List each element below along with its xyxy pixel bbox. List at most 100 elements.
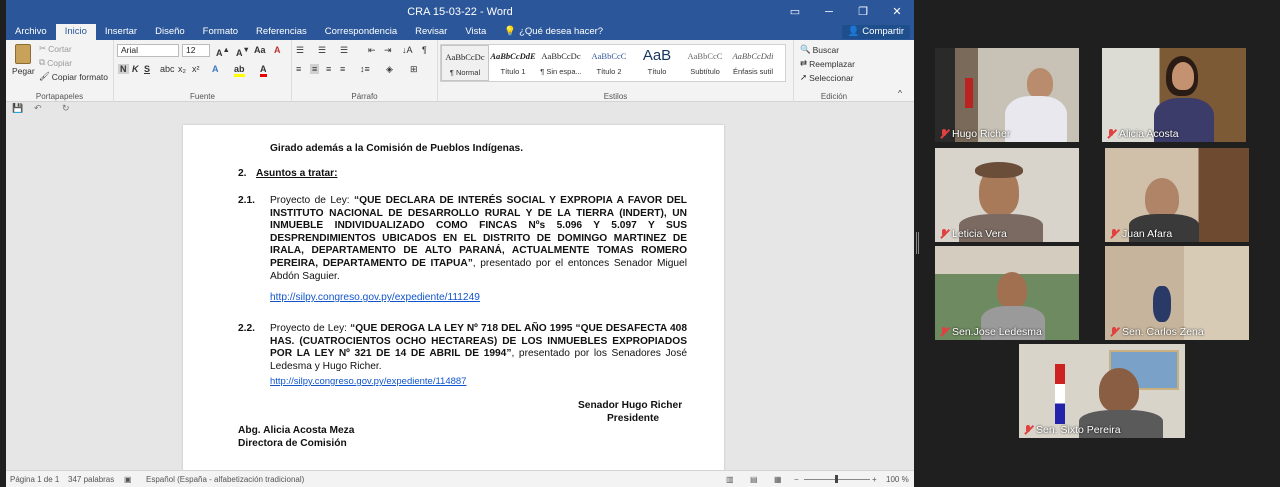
cursor-icon: ➚ bbox=[800, 72, 808, 82]
section-2-number: 2. bbox=[238, 168, 247, 179]
tab-insertar[interactable]: Insertar bbox=[96, 24, 146, 40]
line-spacing-icon[interactable]: ↕≡ bbox=[360, 64, 370, 74]
highlight-icon[interactable]: ab bbox=[234, 64, 245, 77]
restore-icon[interactable]: ❐ bbox=[846, 0, 880, 24]
zoom-in-icon[interactable]: + bbox=[872, 475, 877, 484]
format-painter-button[interactable]: 🖌 Copiar formato bbox=[39, 71, 108, 82]
tell-me-box[interactable]: 💡 ¿Qué desea hacer? bbox=[495, 24, 612, 40]
font-name-combo[interactable]: Arial bbox=[117, 44, 179, 57]
bullets-icon[interactable]: ☰ bbox=[296, 45, 304, 56]
participant-hair bbox=[975, 162, 1023, 178]
pilcrow-icon[interactable]: ¶ bbox=[422, 45, 427, 55]
underline-button[interactable]: S bbox=[144, 64, 150, 74]
tab-diseno[interactable]: Diseño bbox=[146, 24, 194, 40]
page-count[interactable]: Página 1 de 1 bbox=[10, 475, 59, 484]
multilevel-list-icon[interactable]: ☰ bbox=[340, 45, 348, 56]
strikethrough-button[interactable]: abc bbox=[160, 64, 175, 74]
mic-muted-icon bbox=[1109, 229, 1119, 239]
zoom-slider-thumb[interactable] bbox=[835, 475, 838, 483]
participant-tile-alicia-acosta[interactable]: Alicia Acosta bbox=[1102, 48, 1246, 142]
decrease-indent-icon[interactable]: ⇤ bbox=[368, 45, 376, 56]
print-layout-icon[interactable]: ▤ bbox=[750, 475, 758, 484]
style-name: ¶ Sin espa... bbox=[540, 67, 582, 76]
tab-revisar[interactable]: Revisar bbox=[406, 24, 456, 40]
style-titulo[interactable]: AaB Título bbox=[633, 45, 681, 81]
participant-tile-sixto-pereira[interactable]: Sen. Sixto Pereira bbox=[1019, 344, 1185, 438]
participant-tile-leticia-vera[interactable]: Leticia Vera bbox=[935, 148, 1079, 242]
participant-name-text: Juan Afara bbox=[1122, 228, 1173, 240]
collapse-ribbon-icon[interactable]: ^ bbox=[898, 88, 902, 98]
word-count[interactable]: 347 palabras bbox=[68, 475, 114, 484]
item-2-2-link[interactable]: http://silpy.congreso.gov.py/expediente/… bbox=[270, 376, 466, 389]
document-canvas[interactable]: Girado además a la Comisión de Pueblos I… bbox=[6, 118, 914, 470]
mic-muted-icon bbox=[1109, 327, 1119, 337]
tab-formato[interactable]: Formato bbox=[194, 24, 247, 40]
item-2-1-link[interactable]: http://silpy.congreso.gov.py/expediente/… bbox=[270, 292, 480, 305]
participant-tile-carlos-zena[interactable]: Sen. Carlos Zena bbox=[1105, 246, 1249, 340]
increase-indent-icon[interactable]: ⇥ bbox=[384, 45, 392, 56]
redo-icon[interactable]: ↻ bbox=[62, 103, 70, 114]
grow-font-icon[interactable]: A▲ bbox=[216, 45, 230, 58]
clear-format-icon[interactable]: A bbox=[274, 45, 281, 55]
style-sin-espaciado[interactable]: AaBbCcDc ¶ Sin espa... bbox=[537, 45, 585, 81]
participant-tile-jose-ledesma[interactable]: Sen.Jose Ledesma bbox=[935, 246, 1079, 340]
undo-icon[interactable]: ↶ bbox=[34, 103, 42, 114]
minimize-icon[interactable]: ─ bbox=[812, 0, 846, 24]
find-button[interactable]: 🔍 Buscar bbox=[800, 44, 839, 55]
font-size-combo[interactable]: 12 bbox=[182, 44, 210, 57]
italic-button[interactable]: K bbox=[132, 64, 139, 74]
document-page[interactable]: Girado además a la Comisión de Pueblos I… bbox=[183, 125, 724, 470]
mic-muted-icon bbox=[939, 129, 949, 139]
style-titulo-2[interactable]: AaBbCcC Título 2 bbox=[585, 45, 633, 81]
tab-inicio[interactable]: Inicio bbox=[55, 24, 96, 40]
bold-button[interactable]: N bbox=[118, 64, 129, 74]
justify-icon[interactable]: ≡ bbox=[340, 64, 345, 74]
text-effects-icon[interactable]: A bbox=[212, 64, 219, 74]
numbering-icon[interactable]: ☰ bbox=[318, 45, 326, 56]
align-right-icon[interactable]: ≡ bbox=[326, 64, 331, 74]
cut-button[interactable]: ✂ Cortar bbox=[39, 43, 72, 54]
style-enfasis-sutil[interactable]: AaBbCcDdi Énfasis sutil bbox=[729, 45, 777, 81]
style-normal[interactable]: AaBbCcDc ¶ Normal bbox=[441, 45, 489, 81]
sort-icon[interactable]: ↓A bbox=[402, 45, 413, 55]
panel-splitter[interactable] bbox=[916, 232, 919, 254]
replace-button[interactable]: ⇄ Reemplazar bbox=[800, 58, 855, 69]
ribbon: Pegar ✂ Cortar ⧉ Copiar 🖌 Copiar formato Po… bbox=[6, 40, 914, 102]
format-painter-label: Copiar formato bbox=[51, 71, 109, 82]
search-icon: 🔍 bbox=[800, 44, 811, 54]
tab-referencias[interactable]: Referencias bbox=[247, 24, 316, 40]
zoom-out-icon[interactable]: − bbox=[794, 475, 799, 484]
participant-tile-juan-afara[interactable]: Juan Afara bbox=[1105, 148, 1249, 242]
zoom-level[interactable]: 100 % bbox=[886, 475, 909, 484]
superscript-button[interactable]: x² bbox=[192, 64, 200, 74]
change-case-icon[interactable]: Aa bbox=[254, 45, 266, 55]
ribbon-display-icon[interactable]: ▭ bbox=[778, 0, 812, 24]
title-bar: CRA 15-03-22 - Word ▭ ─ ❐ ✕ bbox=[6, 0, 914, 24]
tab-vista[interactable]: Vista bbox=[456, 24, 495, 40]
language-status[interactable]: Español (España - alfabetización tradici… bbox=[146, 475, 304, 484]
borders-icon[interactable]: ⊞ bbox=[410, 64, 418, 75]
close-icon[interactable]: ✕ bbox=[880, 0, 914, 24]
font-color-icon[interactable]: A bbox=[260, 64, 267, 77]
share-button[interactable]: 👤 Compartir bbox=[841, 25, 910, 39]
director-title: Directora de Comisión bbox=[238, 438, 347, 449]
tab-archivo[interactable]: Archivo bbox=[6, 24, 56, 40]
participant-face bbox=[1027, 68, 1053, 98]
style-subtitulo[interactable]: AaBbCcC Subtítulo bbox=[681, 45, 729, 81]
tab-correspondencia[interactable]: Correspondencia bbox=[316, 24, 406, 40]
subscript-button[interactable]: x₂ bbox=[178, 64, 186, 74]
proofing-icon[interactable]: ▣ bbox=[124, 475, 132, 484]
paste-button[interactable]: Pegar bbox=[12, 44, 35, 76]
copy-button[interactable]: ⧉ Copiar bbox=[39, 57, 72, 68]
align-left-icon[interactable]: ≡ bbox=[296, 64, 301, 74]
shading-icon[interactable]: ◈ bbox=[386, 64, 393, 75]
web-layout-icon[interactable]: ▦ bbox=[774, 475, 782, 484]
shrink-font-icon[interactable]: A▼ bbox=[236, 45, 250, 58]
save-icon[interactable]: 💾 bbox=[12, 103, 23, 114]
participant-tile-hugo-richer[interactable]: Hugo Richer bbox=[935, 48, 1079, 142]
font-group-label: Fuente bbox=[190, 92, 215, 101]
align-center-icon[interactable]: ≡ bbox=[310, 64, 320, 74]
select-button[interactable]: ➚ Seleccionar bbox=[800, 72, 854, 83]
read-mode-icon[interactable]: ▥ bbox=[726, 475, 734, 484]
style-titulo-1[interactable]: AaBbCcDdE Título 1 bbox=[489, 45, 537, 81]
